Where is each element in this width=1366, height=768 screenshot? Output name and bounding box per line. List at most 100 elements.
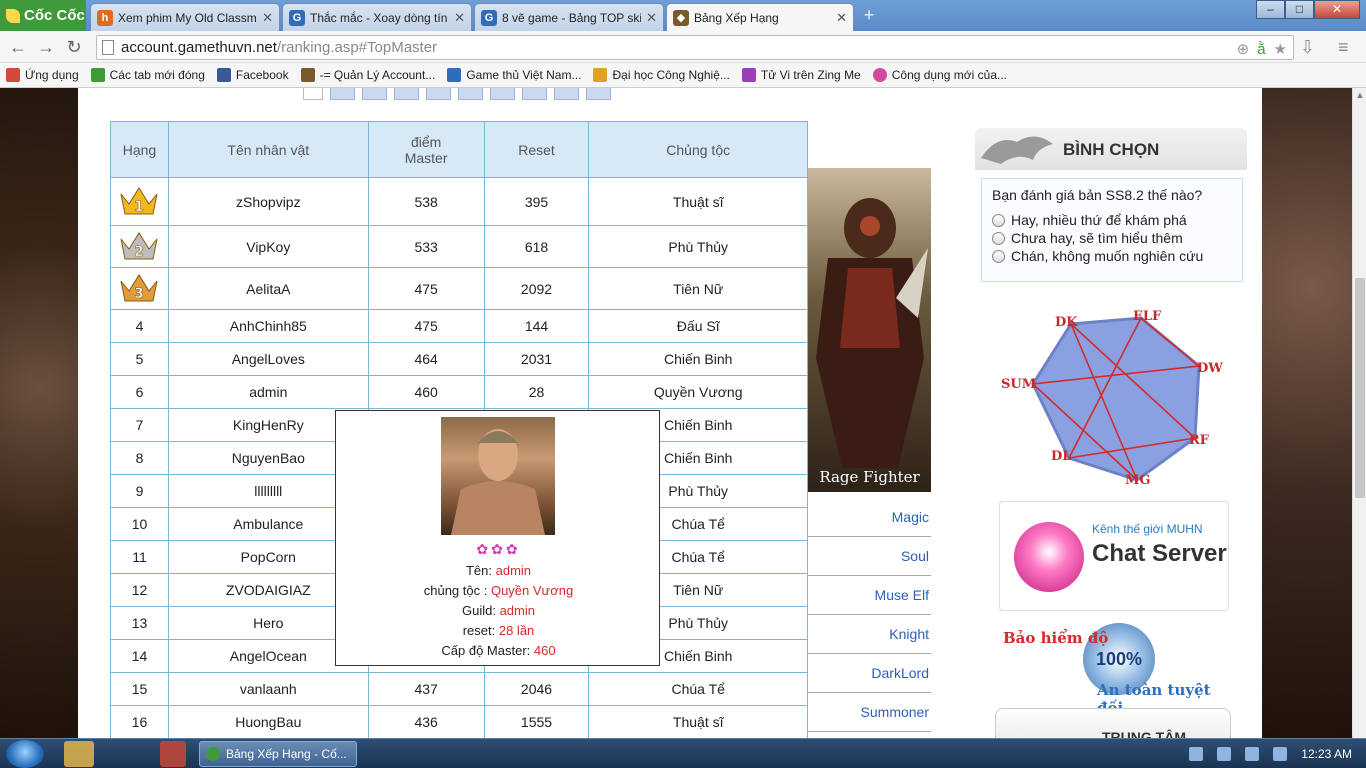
table-row[interactable]: 3 AelitaA 475 2092 Tiên Nữ [110, 267, 808, 310]
window-close-icon[interactable]: ✕ [1314, 0, 1360, 19]
tab-2[interactable]: G Thắc mắc - Xoay dòng tín ✕ [282, 3, 472, 31]
page-button[interactable] [586, 88, 611, 100]
class-link-knight[interactable]: Knight [808, 615, 931, 654]
poll-option-2[interactable]: Chưa hay, sẽ tìm hiểu thêm [992, 229, 1232, 247]
forward-icon[interactable]: → [36, 37, 56, 57]
class-link-magic[interactable]: Magic [808, 498, 931, 537]
new-tab-icon[interactable]: + [858, 5, 880, 25]
tooltip-master-line: Cấp độ Master: 460 [441, 643, 556, 658]
name-cell[interactable]: AnhChinh85 [167, 309, 369, 343]
poll-option-3[interactable]: Chán, không muốn nghiên cứu [992, 247, 1232, 265]
tooltip-race-line: chủng tộc : Quyền Vương [423, 583, 574, 598]
pagination [303, 88, 611, 100]
system-tray: 12:23 AM [1189, 739, 1352, 768]
table-row[interactable]: 16 HuongBau 436 1555 Thuật sĩ [110, 705, 808, 738]
table-row[interactable]: 15 vanlaanh 437 2046 Chúa Tể [110, 672, 808, 706]
radio-button[interactable] [992, 249, 1005, 263]
page-button[interactable] [362, 88, 387, 100]
trung-tam-banner[interactable]: TRUNG TÂM [995, 708, 1231, 738]
volume-icon[interactable] [1273, 747, 1288, 761]
name-cell[interactable]: VipKoy [167, 225, 369, 268]
name-cell[interactable]: vanlaanh [167, 672, 369, 706]
page-scrollbar[interactable]: ▲ [1352, 88, 1366, 738]
coccoc-extension-icon[interactable]: ằ [1257, 38, 1265, 61]
insurance-banner[interactable]: 100% Bảo hiểm độ An toàn tuyệt đối [999, 623, 1229, 717]
bookmark-apps[interactable]: Ứng dụng [6, 68, 79, 82]
address-bar[interactable]: account.gamethuvn.net/ranking.asp#TopMas… [96, 35, 1294, 60]
master-cell: 464 [367, 342, 485, 376]
maximize-icon[interactable]: □ [1285, 0, 1314, 19]
bookmark-congdung[interactable]: Công dụng mới của... [872, 68, 1007, 82]
reload-icon[interactable]: ↻ [64, 37, 84, 57]
tooltip-name-line: Tên: admin [465, 563, 532, 578]
zoom-icon[interactable]: ⊕ [1237, 38, 1250, 61]
radio-button[interactable] [992, 231, 1005, 245]
table-row[interactable]: 6 admin 460 28 Quyền Vương [110, 375, 808, 409]
tab-3[interactable]: G 8 vẽ game - Bảng TOP skil ✕ [474, 3, 664, 31]
table-row[interactable]: 5 AngelLoves 464 2031 Chiến Binh [110, 342, 808, 376]
back-icon[interactable]: ← [8, 37, 28, 57]
page-button[interactable] [330, 88, 355, 100]
clock[interactable]: 12:23 AM [1301, 747, 1352, 761]
diagram-label: MG [1125, 473, 1151, 488]
page-button[interactable] [458, 88, 483, 100]
bookmark-daihoc[interactable]: Đại học Công Nghiệ... [593, 68, 730, 82]
minimize-icon[interactable]: – [1256, 0, 1285, 19]
page-button[interactable] [490, 88, 515, 100]
tab-1[interactable]: h Xem phim My Old Classm ✕ [90, 3, 280, 31]
class-link-darklord[interactable]: DarkLord [808, 654, 931, 693]
scroll-up-icon[interactable]: ▲ [1353, 88, 1366, 102]
tab-favicon-icon: G [289, 9, 305, 26]
ie-icon[interactable] [1189, 747, 1204, 761]
tab-close-icon[interactable]: ✕ [262, 10, 273, 26]
name-cell[interactable]: AelitaA [167, 267, 369, 310]
tab-close-icon[interactable]: ✕ [836, 10, 847, 26]
taskbar-browser-task[interactable]: Bảng Xếp Hạng - Cố... [199, 741, 357, 767]
keyboard-icon[interactable] [1217, 747, 1232, 761]
scrollbar-thumb[interactable] [1355, 278, 1365, 498]
name-cell[interactable]: HuongBau [167, 705, 369, 738]
page-button[interactable] [303, 88, 323, 100]
explorer-icon[interactable] [64, 741, 94, 767]
windows-taskbar: Bảng Xếp Hạng - Cố... 12:23 AM [0, 738, 1366, 768]
browser-brand[interactable]: Cốc Cốc [0, 0, 86, 31]
radio-button[interactable] [992, 213, 1005, 227]
table-row[interactable]: 2 VipKoy 533 618 Phù Thủy [110, 225, 808, 268]
character-tooltip: ✿✿✿ Tên: admin chủng tộc : Quyền Vương G… [335, 410, 660, 666]
bookmark-gamethu[interactable]: Game thủ Việt Nam... [447, 68, 581, 82]
poll-option-1[interactable]: Hay, nhiều thứ để khám phá [992, 211, 1232, 229]
class-link-summoner[interactable]: Summoner [808, 693, 931, 732]
name-cell[interactable]: AngelLoves [167, 342, 369, 376]
crown-icon: 1 [117, 184, 161, 216]
tab-4-active[interactable]: ◆ Bảng Xếp Hạng ✕ [666, 3, 854, 31]
pinned-app-icon[interactable] [160, 741, 186, 767]
page-content: Hạng Tên nhân vật điểm Master Reset Chủn… [78, 88, 1262, 738]
table-row[interactable]: 1 zShopvipz 538 395 Thuật sĩ [110, 177, 808, 226]
crown-rank-number: 2 [135, 244, 145, 260]
table-row[interactable]: 4 AnhChinh85 475 144 Đấu Sĩ [110, 309, 808, 343]
page-button[interactable] [554, 88, 579, 100]
crown-icon: 2 [117, 229, 161, 261]
tab-close-icon[interactable]: ✕ [454, 10, 465, 26]
diagram-label: DL [1051, 449, 1071, 464]
menu-icon[interactable]: ≡ [1338, 37, 1349, 58]
bookmark-star-icon[interactable]: ★ [1274, 38, 1287, 61]
page-button[interactable] [394, 88, 419, 100]
page-button[interactable] [522, 88, 547, 100]
page-button[interactable] [426, 88, 451, 100]
tab-close-icon[interactable]: ✕ [646, 10, 657, 26]
rank-cell: 9 [110, 474, 169, 508]
chat-server-banner[interactable]: Kênh thế giới MUHN Chat Server [999, 501, 1229, 611]
gamethu-icon [447, 68, 462, 82]
bookmark-facebook[interactable]: Facebook [216, 68, 289, 82]
windows-start-icon[interactable] [6, 740, 44, 768]
name-cell[interactable]: zShopvipz [167, 177, 369, 226]
bookmark-recent-tabs[interactable]: Các tab mới đóng [90, 68, 205, 82]
download-icon[interactable]: ⇩ [1300, 37, 1315, 58]
class-link-soul[interactable]: Soul [808, 537, 931, 576]
bookmark-tuvi[interactable]: Tử Vi trên Zing Me [741, 68, 861, 82]
name-cell[interactable]: admin [167, 375, 369, 409]
network-icon[interactable] [1245, 747, 1260, 761]
bookmark-account[interactable]: -= Quản Lý Account... [300, 68, 435, 82]
class-link-muse-elf[interactable]: Muse Elf [808, 576, 931, 615]
